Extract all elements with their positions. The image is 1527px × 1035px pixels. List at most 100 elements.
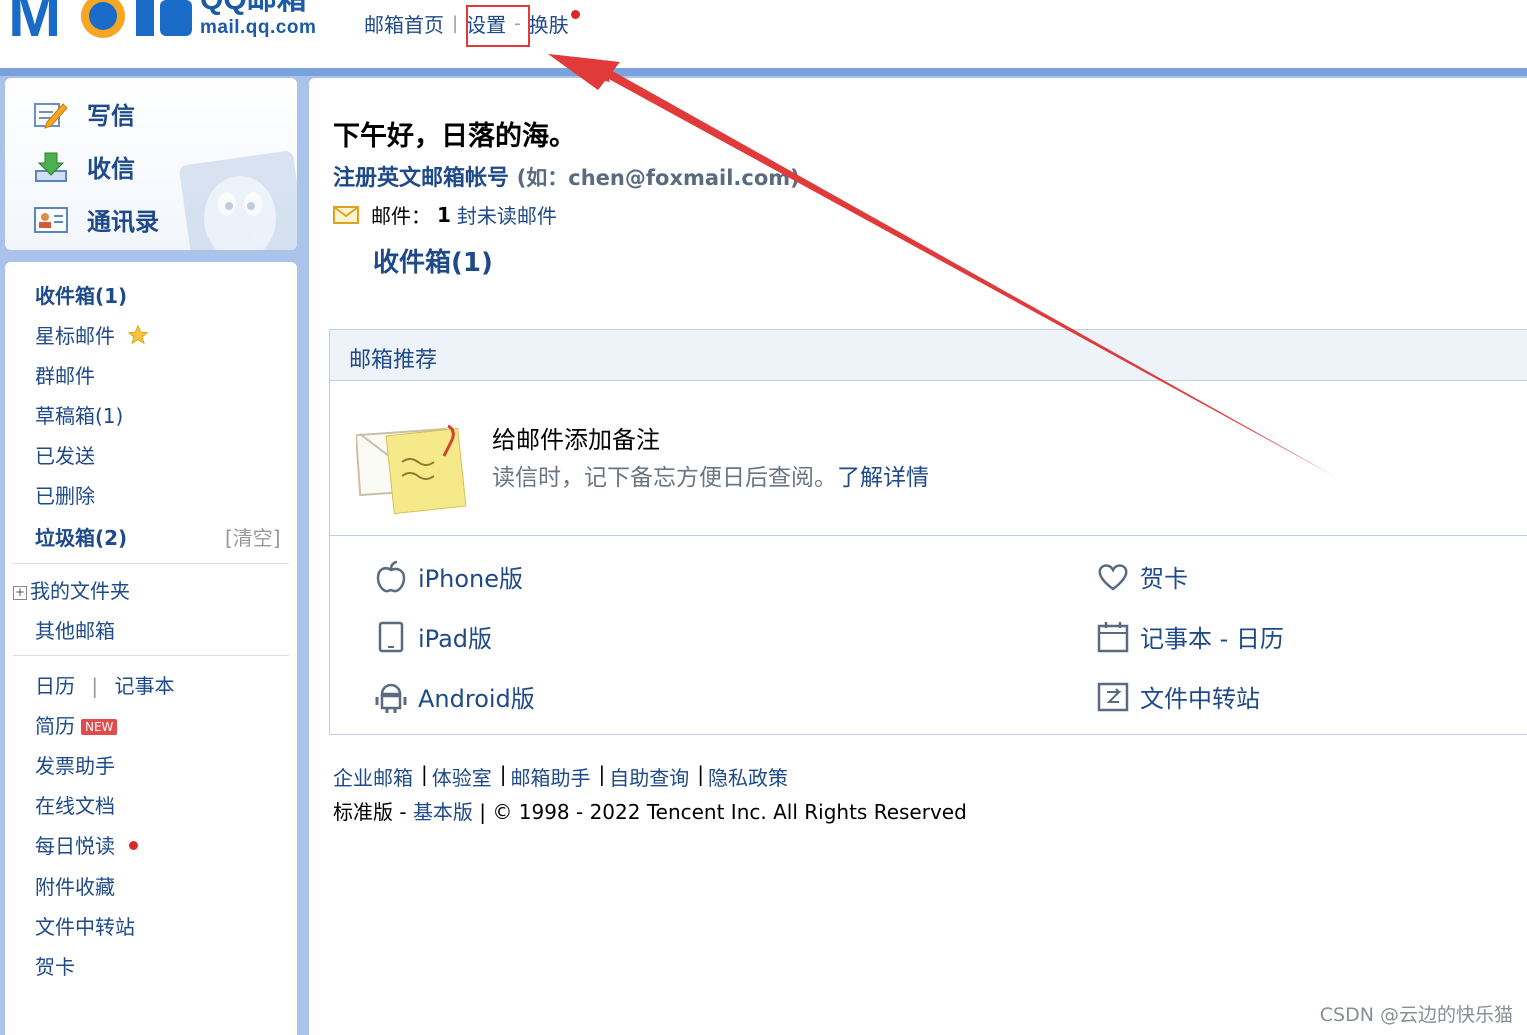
sidebar-item-my-folders[interactable]: + 我的文件夹 xyxy=(13,575,130,604)
sidebar-item-cards[interactable]: 贺卡 xyxy=(35,951,75,980)
ipad-app-link[interactable]: iPad版 xyxy=(374,619,492,654)
sidebar-item-label: 简历 xyxy=(35,714,75,738)
footer-link-self-service[interactable]: 自助查询 xyxy=(609,762,689,791)
recommend-title: 邮箱推荐 xyxy=(330,330,1527,381)
sidebar-divider xyxy=(13,655,289,656)
notebook-calendar-link[interactable]: 记事本 - 日历 xyxy=(1096,619,1284,654)
nav-skin-link[interactable]: 换肤 xyxy=(529,9,569,38)
sidebar-item-resume[interactable]: 简历 NEW xyxy=(35,710,118,739)
band-top-stripe xyxy=(0,68,1527,76)
footer-separator: | xyxy=(697,762,704,786)
sidebar-item-group-mail[interactable]: 群邮件 xyxy=(35,360,95,389)
copyright-line: 标准版 - 基本版 | © 1998 - 2022 Tencent Inc. A… xyxy=(333,796,967,825)
nav-separator: | xyxy=(452,13,459,34)
iphone-app-label: iPhone版 xyxy=(418,565,524,593)
sidebar-item-deleted[interactable]: 已删除 xyxy=(35,480,95,509)
logo-text: QQ邮箱 mail.qq.com xyxy=(200,0,316,38)
greeting-card-link[interactable]: 贺卡 xyxy=(1096,559,1188,594)
expand-plus-icon[interactable]: + xyxy=(13,586,27,600)
sidebar-item-inbox[interactable]: 收件箱(1) xyxy=(35,280,127,309)
android-app-label: Android版 xyxy=(418,685,535,713)
learn-more-link[interactable]: 了解详情 xyxy=(837,465,929,491)
compose-panel: 写信 收信 通讯录 xyxy=(5,78,297,250)
mail-note-icon xyxy=(356,424,466,514)
mail-label: 邮件： xyxy=(371,204,431,228)
footer-link-assistant[interactable]: 邮箱助手 xyxy=(511,762,591,791)
register-english-account-link[interactable]: 注册英文邮箱帐号 (如：chen@foxmail.com) xyxy=(333,160,800,192)
footer-links: 企业邮箱 | 体验室 | 邮箱助手 | 自助查询 | 隐私政策 xyxy=(333,762,788,791)
feature-desc-text: 读信时，记下备忘方便日后查阅。 xyxy=(492,465,837,491)
penguin-watermark-icon xyxy=(179,151,297,250)
nav-home-link[interactable]: 邮箱首页 xyxy=(364,9,444,38)
envelope-icon xyxy=(333,205,359,224)
header: M QQ邮箱 mail.qq.com 邮箱首页 | 设置 - 换肤 xyxy=(0,0,1527,68)
sidebar-divider xyxy=(13,563,289,564)
clear-spam-link[interactable]: [清空] xyxy=(225,522,281,551)
footer-link-privacy[interactable]: 隐私政策 xyxy=(708,762,788,791)
pencil-paper-icon xyxy=(33,98,69,130)
receive-mail-button[interactable]: 收信 xyxy=(33,149,135,184)
folder-sidebar: 收件箱(1) 星标邮件 群邮件 草稿箱(1) 已发送 已删除 垃圾箱(2) [清… xyxy=(5,262,297,1035)
receive-mail-label: 收信 xyxy=(87,155,135,183)
sidebar-item-calendar[interactable]: 日历 xyxy=(35,674,75,698)
qq-mail-logo[interactable]: M xyxy=(8,0,198,38)
register-example: (如：chen@foxmail.com) xyxy=(516,166,800,190)
ipad-app-label: iPad版 xyxy=(418,625,493,653)
file-transfer-link[interactable]: 文件中转站 xyxy=(1096,679,1260,714)
heart-icon xyxy=(1096,560,1130,594)
feature-title: 给邮件添加备注 xyxy=(492,426,660,454)
logo-brand: QQ邮箱 xyxy=(200,0,316,16)
standard-version-label: 标准版 xyxy=(333,800,393,824)
sidebar-item-notebook[interactable]: 记事本 xyxy=(114,674,174,698)
sidebar-item-sent[interactable]: 已发送 xyxy=(35,440,95,469)
sidebar-item-label: 星标邮件 xyxy=(35,324,115,348)
footer-separator: | xyxy=(598,762,606,786)
unread-mail-info: 邮件： 1 封未读邮件 xyxy=(333,200,557,229)
star-icon xyxy=(128,324,149,345)
footer-separator: | xyxy=(499,762,507,786)
calendar-icon xyxy=(1096,620,1130,654)
feature-description: 读信时，记下备忘方便日后查阅。了解详情 xyxy=(492,458,929,492)
android-icon xyxy=(374,680,408,714)
logo-domain: mail.qq.com xyxy=(200,17,317,38)
copyright-text: | © 1998 - 2022 Tencent Inc. All Rights … xyxy=(472,800,967,824)
sidebar-item-starred[interactable]: 星标邮件 xyxy=(35,320,149,349)
iphone-app-link[interactable]: iPhone版 xyxy=(374,559,523,594)
file-transfer-label: 文件中转站 xyxy=(1140,685,1260,713)
new-badge: NEW xyxy=(81,719,118,735)
sidebar-item-file-transfer[interactable]: 文件中转站 xyxy=(35,911,135,940)
greeting-heading: 下午好，日落的海。 xyxy=(333,121,576,152)
notebook-calendar-label: 记事本 - 日历 xyxy=(1140,625,1284,653)
sidebar-item-drafts[interactable]: 草稿箱(1) xyxy=(35,400,123,429)
android-app-link[interactable]: Android版 xyxy=(374,679,535,714)
sidebar-item-docs[interactable]: 在线文档 xyxy=(35,790,115,819)
contacts-button[interactable]: 通讯录 xyxy=(33,202,159,237)
sidebar-item-invoice[interactable]: 发票助手 xyxy=(35,750,115,779)
unread-mail-link[interactable]: 封未读邮件 xyxy=(457,200,557,229)
sidebar-item-daily-read[interactable]: 每日悦读 xyxy=(35,830,138,859)
settings-highlight-box xyxy=(466,5,530,47)
recommend-box: 邮箱推荐 给邮件添加备注 读信时，记下备忘方便日后查阅。了解详情 iPhone版… xyxy=(329,329,1527,735)
daily-read-notification-dot xyxy=(129,841,138,850)
apple-icon xyxy=(374,560,408,594)
sidebar-item-label: 我的文件夹 xyxy=(30,579,130,603)
sidebar-item-label: 每日悦读 xyxy=(35,834,115,858)
download-tray-icon xyxy=(33,151,69,183)
register-label: 注册英文邮箱帐号 xyxy=(333,166,510,191)
write-mail-label: 写信 xyxy=(87,102,135,130)
write-mail-button[interactable]: 写信 xyxy=(33,96,135,131)
unread-count: 1 xyxy=(437,202,451,227)
contact-card-icon xyxy=(33,204,69,236)
basic-version-link[interactable]: 基本版 xyxy=(413,800,473,824)
tablet-icon xyxy=(374,620,408,654)
sidebar-item-spam[interactable]: 垃圾箱(2) xyxy=(35,522,127,551)
top-nav: 邮箱首页 | 设置 - 换肤 xyxy=(364,5,580,47)
contacts-label: 通讯录 xyxy=(87,208,159,236)
sidebar-item-other-mailbox[interactable]: 其他邮箱 xyxy=(35,615,115,644)
transfer-box-icon xyxy=(1096,680,1130,714)
inbox-shortcut-link[interactable]: 收件箱(1) xyxy=(373,242,493,279)
sidebar-item-attachments[interactable]: 附件收藏 xyxy=(35,871,115,900)
footer-link-enterprise[interactable]: 企业邮箱 xyxy=(333,762,413,791)
recommend-feature: 给邮件添加备注 读信时，记下备忘方便日后查阅。了解详情 xyxy=(330,382,1527,536)
footer-link-lab[interactable]: 体验室 xyxy=(432,762,492,791)
